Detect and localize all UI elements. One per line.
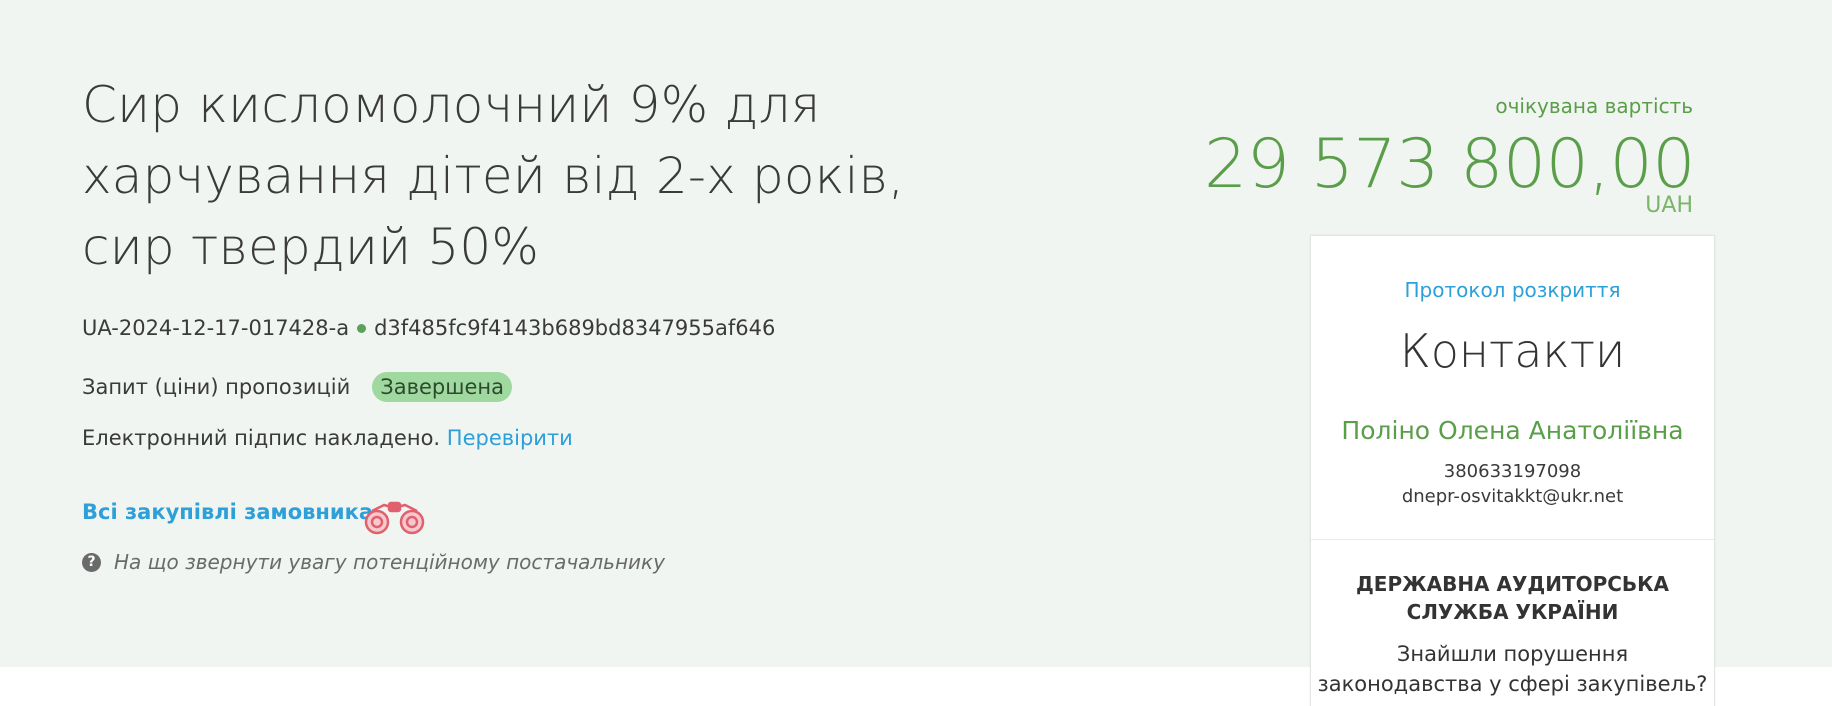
contact-phone[interactable]: 380633197098 <box>1311 461 1714 482</box>
expected-value-currency: UAH <box>1645 193 1693 218</box>
violation-question-line2: законодавства у сфері закупівель? <box>1317 672 1708 696</box>
verify-signature-link[interactable]: Перевірити <box>447 426 573 450</box>
supplier-hint-text: На що звернути увагу потенційному постач… <box>114 550 665 574</box>
procedure-type: Запит (ціни) пропозицій <box>82 375 351 399</box>
binoculars-icon[interactable] <box>362 496 428 536</box>
opening-protocol-link[interactable]: Протокол розкриття <box>1311 278 1714 302</box>
tender-identifiers: UA-2024-12-17-017428-a d3f485fc9f4143b68… <box>82 316 775 340</box>
violation-question-line1: Знайшли порушення <box>1396 642 1629 666</box>
tender-title: Сир кисломолочний 9% для харчування діте… <box>82 76 905 276</box>
procedure-row: Запит (ціни) пропозицій Завершена <box>82 372 512 402</box>
audit-service-title: ДЕРЖАВНА АУДИТОРСЬКА СЛУЖБА УКРАЇНИ <box>1311 570 1714 626</box>
contact-person-name: Поліно Олена Анатоліївна <box>1341 416 1684 445</box>
supplier-hint[interactable]: ? На що звернути увагу потенційному пост… <box>82 550 665 574</box>
audit-service-line2: СЛУЖБА УКРАЇНИ <box>1406 600 1619 624</box>
panel-divider <box>1311 539 1714 540</box>
contacts-panel: Протокол розкриття Контакти Поліно Олена… <box>1310 235 1715 706</box>
contact-email[interactable]: dnepr-osvitakkt@ukr.net <box>1311 486 1714 507</box>
tender-hash: d3f485fc9f4143b689bd8347955af646 <box>374 316 776 340</box>
tender-id: UA-2024-12-17-017428-a <box>82 316 350 340</box>
violation-question: Знайшли порушення законодавства у сфері … <box>1311 639 1714 699</box>
expected-value-label: очікувана вартість <box>1495 94 1693 118</box>
contacts-heading: Контакти <box>1399 324 1626 378</box>
question-circle-icon: ? <box>82 552 101 572</box>
status-badge: Завершена <box>372 372 512 402</box>
separator-dot-icon <box>357 323 367 333</box>
audit-service-line1: ДЕРЖАВНА АУДИТОРСЬКА <box>1355 572 1670 596</box>
expected-value-amount: 29 573 800,00 <box>1204 125 1695 204</box>
signature-row: Електронний підпис накладено. Перевірити <box>82 426 573 450</box>
all-customer-purchases-link[interactable]: Всі закупівлі замовника <box>82 500 373 524</box>
signature-text: Електронний підпис накладено. <box>82 426 441 450</box>
